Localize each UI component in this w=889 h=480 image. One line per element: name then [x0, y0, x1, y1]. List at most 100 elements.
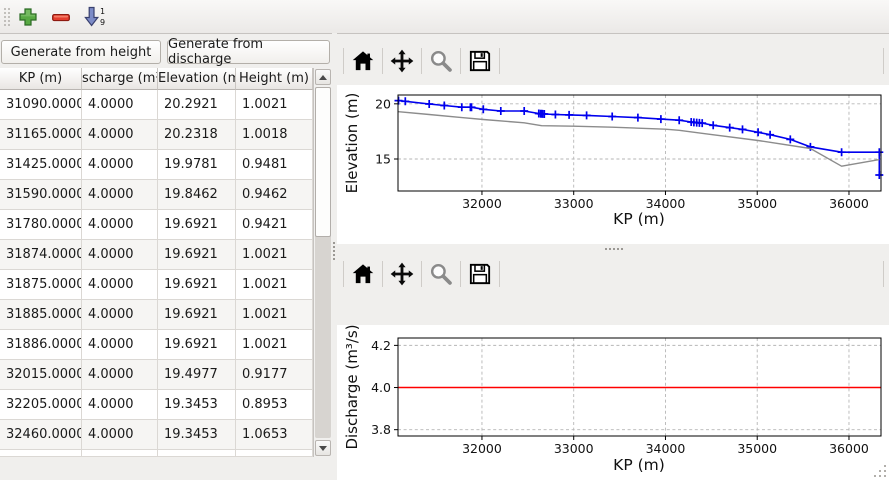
discharge-figure[interactable]: 32000330003400035000360003.84.04.2 Disch… — [337, 325, 889, 480]
sort-ascending-icon[interactable]: 1 9 — [82, 5, 110, 29]
table-cell[interactable]: 19.6921 — [158, 270, 236, 300]
table-cell[interactable]: 19.3453 — [158, 390, 236, 420]
table-cell[interactable]: 4.0000 — [82, 420, 158, 450]
table-cell[interactable]: 1.0021 — [236, 90, 313, 120]
table-cell[interactable]: 31090.0000 — [0, 90, 82, 120]
table-cell[interactable]: 1.0021 — [236, 330, 313, 360]
home-icon[interactable] — [350, 261, 376, 287]
table-cell[interactable]: 19.3453 — [158, 420, 236, 450]
table-cell[interactable]: 19.8462 — [158, 180, 236, 210]
svg-text:33000: 33000 — [554, 441, 594, 456]
table-cell[interactable]: 1.0021 — [236, 240, 313, 270]
table-cell[interactable]: 32460.0000 — [0, 420, 82, 450]
table-row[interactable]: 32460.00004.000019.34531.0653 — [0, 420, 314, 450]
table-cell[interactable]: 0.9421 — [236, 210, 313, 240]
table-row[interactable]: 31590.00004.000019.84620.9462 — [0, 180, 314, 210]
table-cell[interactable]: 20.2921 — [158, 90, 236, 120]
table-cell[interactable]: 0.9177 — [236, 360, 313, 390]
table-cell[interactable]: 19.6921 — [158, 240, 236, 270]
table-cell[interactable]: 31875.0000 — [0, 270, 82, 300]
table-cell[interactable]: 4.0000 — [82, 90, 158, 120]
table-cell[interactable]: 31425.0000 — [0, 150, 82, 180]
toolbar-separator — [343, 261, 344, 287]
table-panel: Generate from height Generate from disch… — [0, 33, 332, 480]
table-cell[interactable]: 4.0000 — [82, 180, 158, 210]
table-row[interactable]: 31425.00004.000019.97810.9481 — [0, 150, 314, 180]
elevation-figure[interactable]: 32000330003400035000360001520 Elevation … — [337, 85, 889, 244]
save-icon[interactable] — [467, 261, 493, 287]
table-cell[interactable]: 4.0000 — [82, 390, 158, 420]
pan-icon[interactable] — [389, 261, 415, 287]
pan-icon[interactable] — [389, 48, 415, 74]
down-arrow-icon — [83, 6, 101, 28]
table-row[interactable]: 32015.00004.000019.49770.9177 — [0, 360, 314, 390]
down-arrow-icon — [319, 446, 327, 451]
table-row[interactable]: 31874.00004.000019.69211.0021 — [0, 240, 314, 270]
table-cell[interactable]: 19.6921 — [158, 210, 236, 240]
discharge-x-axis-label: KP (m) — [613, 456, 665, 474]
table-cell[interactable]: 1.0018 — [236, 120, 313, 150]
column-header[interactable]: Elevation (m) — [158, 68, 236, 90]
column-header[interactable]: KP (m) — [0, 68, 82, 90]
generate-from-discharge-button[interactable]: Generate from discharge — [167, 40, 330, 64]
table-body: 31090.00004.000020.29211.002131165.00004… — [0, 90, 314, 457]
table-cell[interactable]: 4.0000 — [82, 360, 158, 390]
toolbar-separator — [382, 261, 383, 287]
table-cell[interactable]: 4.0000 — [82, 150, 158, 180]
scroll-up-button[interactable] — [315, 69, 331, 85]
table-cell[interactable]: 19.4977 — [158, 360, 236, 390]
toolbar-separator — [499, 48, 500, 74]
table-cell[interactable]: 4.0000 — [82, 120, 158, 150]
remove-row-icon[interactable] — [49, 5, 73, 29]
table-row[interactable]: 31886.00004.000019.69211.0021 — [0, 330, 314, 360]
svg-text:32000: 32000 — [462, 196, 502, 211]
table-row[interactable]: 31090.00004.000020.29211.0021 — [0, 90, 314, 120]
table-cell[interactable]: 4.0000 — [82, 270, 158, 300]
table-cell[interactable]: 32205.0000 — [0, 390, 82, 420]
table-cell[interactable]: 0.9462 — [236, 180, 313, 210]
table-row[interactable]: 31885.00004.000019.69211.0021 — [0, 300, 314, 330]
home-icon[interactable] — [350, 48, 376, 74]
table-cell[interactable]: 31780.0000 — [0, 210, 82, 240]
table-cell[interactable]: 31886.0000 — [0, 330, 82, 360]
table-row[interactable]: 31780.00004.000019.69210.9421 — [0, 210, 314, 240]
table-cell[interactable]: 20.2318 — [158, 120, 236, 150]
table-row[interactable]: 32205.00004.000019.34530.8953 — [0, 390, 314, 420]
table-cell — [236, 450, 313, 457]
table-cell[interactable]: 19.6921 — [158, 300, 236, 330]
window-resize-grip[interactable] — [872, 463, 886, 477]
table-cell[interactable]: 31590.0000 — [0, 180, 82, 210]
svg-text:35000: 35000 — [737, 441, 777, 456]
table-cell[interactable]: 19.9781 — [158, 150, 236, 180]
elevation-y-axis-label: Elevation (m) — [343, 93, 361, 194]
toolbar-separator — [343, 48, 344, 74]
save-icon[interactable] — [467, 48, 493, 74]
toolbar-separator — [499, 261, 500, 287]
table-cell[interactable]: 31874.0000 — [0, 240, 82, 270]
column-header[interactable]: Height (m) — [236, 68, 313, 90]
scroll-down-button[interactable] — [315, 440, 331, 456]
table-row[interactable]: 31875.00004.000019.69211.0021 — [0, 270, 314, 300]
table-cell[interactable]: 19.6921 — [158, 330, 236, 360]
generate-from-height-button[interactable]: Generate from height — [1, 40, 161, 64]
table-cell[interactable]: 4.0000 — [82, 300, 158, 330]
table-cell[interactable]: 4.0000 — [82, 210, 158, 240]
table-cell[interactable]: 1.0021 — [236, 270, 313, 300]
table-cell[interactable]: 31165.0000 — [0, 120, 82, 150]
table-cell[interactable]: 1.0653 — [236, 420, 313, 450]
toolbar-grip-handle[interactable] — [4, 8, 10, 26]
add-row-icon[interactable] — [16, 5, 40, 29]
table-cell[interactable]: 0.9481 — [236, 150, 313, 180]
table-cell[interactable]: 31885.0000 — [0, 300, 82, 330]
zoom-icon[interactable] — [428, 48, 454, 74]
zoom-icon[interactable] — [428, 261, 454, 287]
table-vertical-scrollbar[interactable] — [313, 68, 332, 457]
table-cell[interactable]: 4.0000 — [82, 330, 158, 360]
table-row[interactable]: 31165.00004.000020.23181.0018 — [0, 120, 314, 150]
table-cell[interactable]: 1.0021 — [236, 300, 313, 330]
table-cell[interactable]: 4.0000 — [82, 240, 158, 270]
column-header[interactable]: scharge (m³/ — [82, 68, 158, 90]
scrollbar-thumb[interactable] — [315, 87, 331, 237]
table-cell[interactable]: 32015.0000 — [0, 360, 82, 390]
table-cell[interactable]: 0.8953 — [236, 390, 313, 420]
